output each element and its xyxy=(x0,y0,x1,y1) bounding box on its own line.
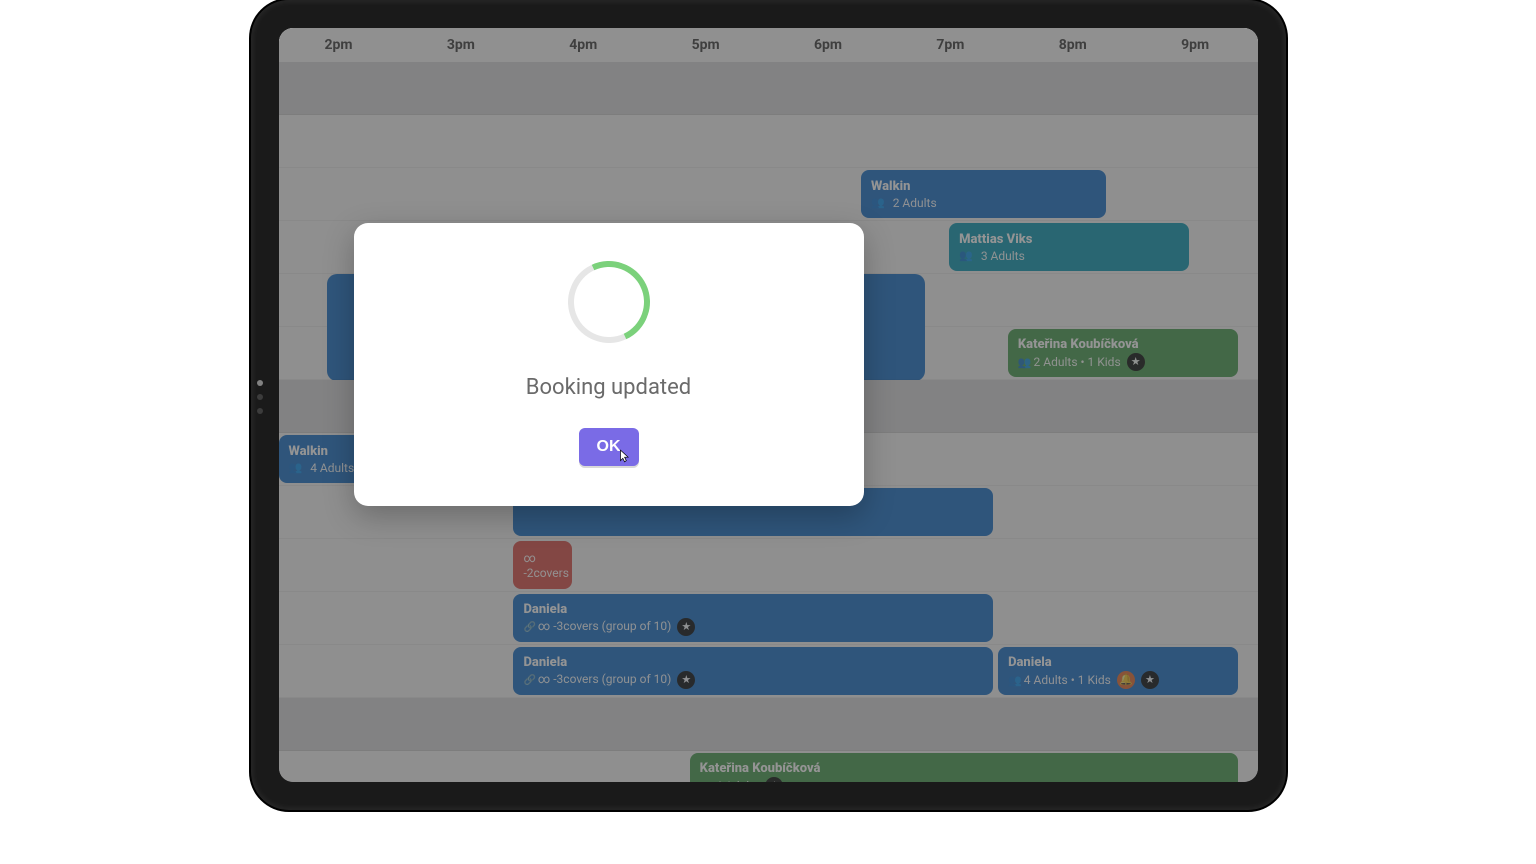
app-screen: 2pm 3pm 4pm 5pm 6pm 7pm 8pm 9pm Walkin 2… xyxy=(279,28,1258,782)
tablet-side-buttons xyxy=(257,380,263,414)
tablet-frame: 2pm 3pm 4pm 5pm 6pm 7pm 8pm 9pm Walkin 2… xyxy=(251,0,1286,810)
ok-button-label: OK xyxy=(597,438,621,455)
booking-updated-modal: Booking updated OK xyxy=(354,223,864,506)
ok-button[interactable]: OK xyxy=(579,428,639,466)
spinner-icon xyxy=(556,249,661,354)
modal-message: Booking updated xyxy=(526,375,691,400)
